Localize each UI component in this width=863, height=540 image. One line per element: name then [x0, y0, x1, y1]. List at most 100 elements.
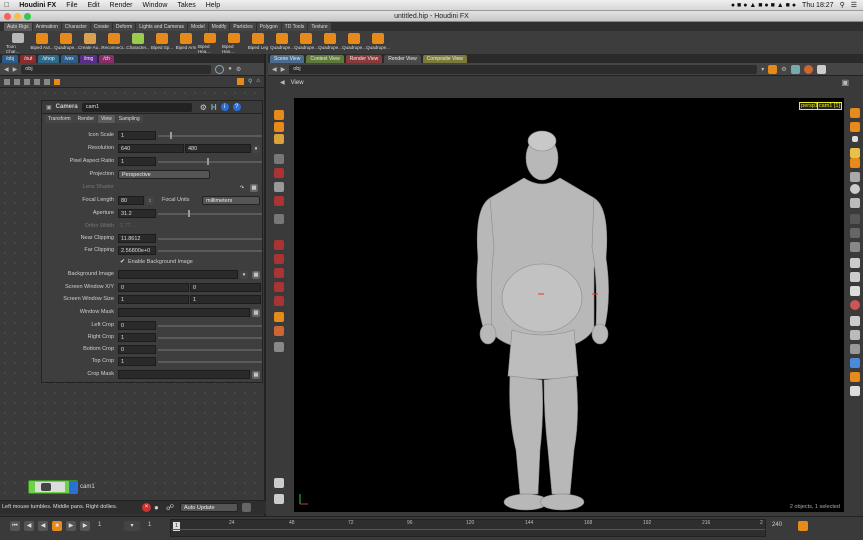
play-reverse-button[interactable]: ◀ [38, 521, 48, 531]
lock-camera-icon[interactable] [850, 122, 860, 132]
tab-obj[interactable]: /obj [2, 55, 19, 63]
pixel-aspect-slider[interactable] [158, 161, 262, 163]
aperture-field[interactable]: 31.2 [118, 209, 156, 218]
background-icon[interactable] [850, 330, 860, 340]
tab-render[interactable]: Render [74, 115, 98, 123]
viewport-layout-icon[interactable] [850, 358, 860, 368]
viewport[interactable]: persp1 cam1 [1] 2 objects, 1 selected [294, 98, 844, 512]
bulb-icon[interactable] [850, 148, 860, 158]
slider-knob[interactable] [207, 158, 209, 165]
ladder-icon[interactable]: ↕ [146, 197, 154, 205]
projection-dropdown[interactable]: Perspective [118, 170, 210, 179]
tab-out[interactable]: /out [20, 55, 37, 63]
current-frame-field[interactable]: 1 [98, 522, 101, 528]
play-button[interactable]: ▶ [66, 521, 76, 531]
top-crop-field[interactable]: 1 [118, 357, 156, 366]
icon-scale-field[interactable]: 1 [118, 131, 156, 140]
bottom-crop-field[interactable]: 0 [118, 345, 156, 354]
tab-composite-view[interactable]: Composite View [422, 55, 467, 63]
color-palette-icon[interactable] [236, 78, 244, 85]
shelf-tool[interactable]: Reconnect... [101, 31, 127, 54]
shelf-tool[interactable]: Biped Han... [222, 31, 246, 54]
chat-icon[interactable]: ● [154, 503, 159, 512]
auto-update-dropdown[interactable]: Auto Update [180, 503, 238, 512]
frame-stepper[interactable]: ▾ [124, 521, 140, 531]
pointer-icon[interactable] [274, 154, 284, 164]
render-tool-icon[interactable] [274, 326, 284, 336]
guide-icon[interactable] [850, 228, 860, 238]
far-clipping-slider[interactable] [158, 250, 262, 252]
snap-tool-icon[interactable] [274, 342, 284, 352]
clock[interactable]: Thu 18:27 [802, 2, 834, 9]
view-menu-icon[interactable]: ◀ [280, 79, 285, 86]
split-view-icon[interactable] [850, 372, 860, 382]
status-icons[interactable]: ● ■ ● ▲ ■ ● ■ ▲ ■ ● [731, 2, 796, 9]
window-mask-field[interactable] [118, 308, 250, 317]
focal-units-dropdown[interactable]: millimeters [202, 196, 260, 205]
network-path-field[interactable]: obj [21, 64, 212, 74]
resolution-y-field[interactable]: 480 [185, 144, 251, 153]
points-icon[interactable] [850, 172, 860, 182]
camera-tool-icon[interactable] [274, 214, 284, 224]
rotate-tool-icon[interactable] [274, 134, 284, 144]
arrow-icon[interactable]: ↷ [238, 184, 246, 192]
near-clipping-slider[interactable] [158, 238, 262, 240]
h-icon[interactable]: H [211, 103, 217, 112]
node-chooser-icon[interactable]: ▦ [250, 184, 258, 192]
search-icon[interactable]: ⚲ [840, 1, 845, 9]
sphere-icon[interactable] [850, 184, 860, 194]
range-end-field[interactable]: 240 [772, 522, 782, 528]
back-icon[interactable]: ◀ [4, 66, 9, 73]
apple-menu-icon[interactable]:  [4, 2, 9, 9]
shelf-tool[interactable]: Character... [126, 31, 150, 54]
shelf-tool[interactable]: Quadrupe... [270, 31, 294, 54]
brush-tool-icon[interactable] [274, 268, 284, 278]
step-back-button[interactable]: ◀ [24, 521, 34, 531]
gear-icon[interactable]: ⚙ [200, 103, 207, 112]
link-icon[interactable]: ● [228, 66, 232, 72]
backface-icon[interactable] [850, 316, 860, 326]
shelf-tool[interactable]: Quadrupe... [54, 31, 78, 54]
focal-length-field[interactable]: 80 [118, 196, 144, 205]
back-icon[interactable]: ◀ [272, 66, 277, 73]
shelf-tab[interactable]: Deform [112, 22, 136, 31]
node-chooser-icon[interactable]: ▦ [252, 371, 260, 379]
measure-icon[interactable] [850, 242, 860, 252]
tab-context-view[interactable]: Context View [306, 55, 344, 63]
bottom-crop-slider[interactable] [158, 349, 262, 351]
snapshot-icon[interactable] [816, 64, 826, 74]
ghost-icon[interactable] [850, 286, 860, 296]
link-icon[interactable]: ☍ [166, 503, 174, 512]
wire-icon[interactable] [850, 198, 860, 208]
shelf-tab[interactable]: Model [188, 22, 208, 31]
render-region-icon[interactable] [803, 64, 813, 74]
display-icon[interactable] [54, 78, 60, 85]
shelf-tab[interactable]: Polygon [256, 22, 281, 31]
timeline-scrubber[interactable]: 1 24 48 72 96 120 144 168 192 216 2 [170, 519, 766, 537]
tab-sampling[interactable]: Sampling [115, 115, 143, 123]
menu-render[interactable]: Render [110, 2, 133, 9]
grid-tool-icon[interactable] [274, 494, 284, 504]
shelf-tab[interactable]: Texture [308, 22, 331, 31]
crop-mask-field[interactable] [118, 370, 250, 379]
screen-window-y-field[interactable]: 0 [190, 283, 261, 292]
shelf-tool[interactable]: Toon Char... [6, 31, 30, 54]
shelf-tab[interactable]: Modify [208, 22, 230, 31]
near-clipping-field[interactable]: 11.8612 [118, 234, 156, 243]
slider-knob[interactable] [188, 210, 190, 217]
shelf-tab[interactable]: Create [90, 22, 112, 31]
shelf-tab[interactable]: Animation [32, 22, 61, 31]
app-menu[interactable]: Houdini FX [19, 2, 56, 9]
forward-icon[interactable]: ▶ [13, 66, 18, 73]
dropdown-icon[interactable]: ▾ [240, 271, 248, 279]
jump-start-button[interactable]: ⏮ [10, 521, 20, 531]
list-icon[interactable] [4, 78, 10, 85]
dropdown-icon[interactable]: ▾ [761, 66, 764, 73]
home-icon[interactable]: ⌂ [256, 78, 260, 85]
zoom-window-button[interactable] [24, 13, 31, 20]
handle-tool-icon[interactable] [274, 182, 284, 192]
tab-ch[interactable]: /ch [99, 55, 114, 63]
left-crop-slider[interactable] [158, 325, 262, 327]
shelf-tool[interactable]: Create Au... [78, 31, 102, 54]
bg-image-field[interactable] [118, 270, 238, 279]
